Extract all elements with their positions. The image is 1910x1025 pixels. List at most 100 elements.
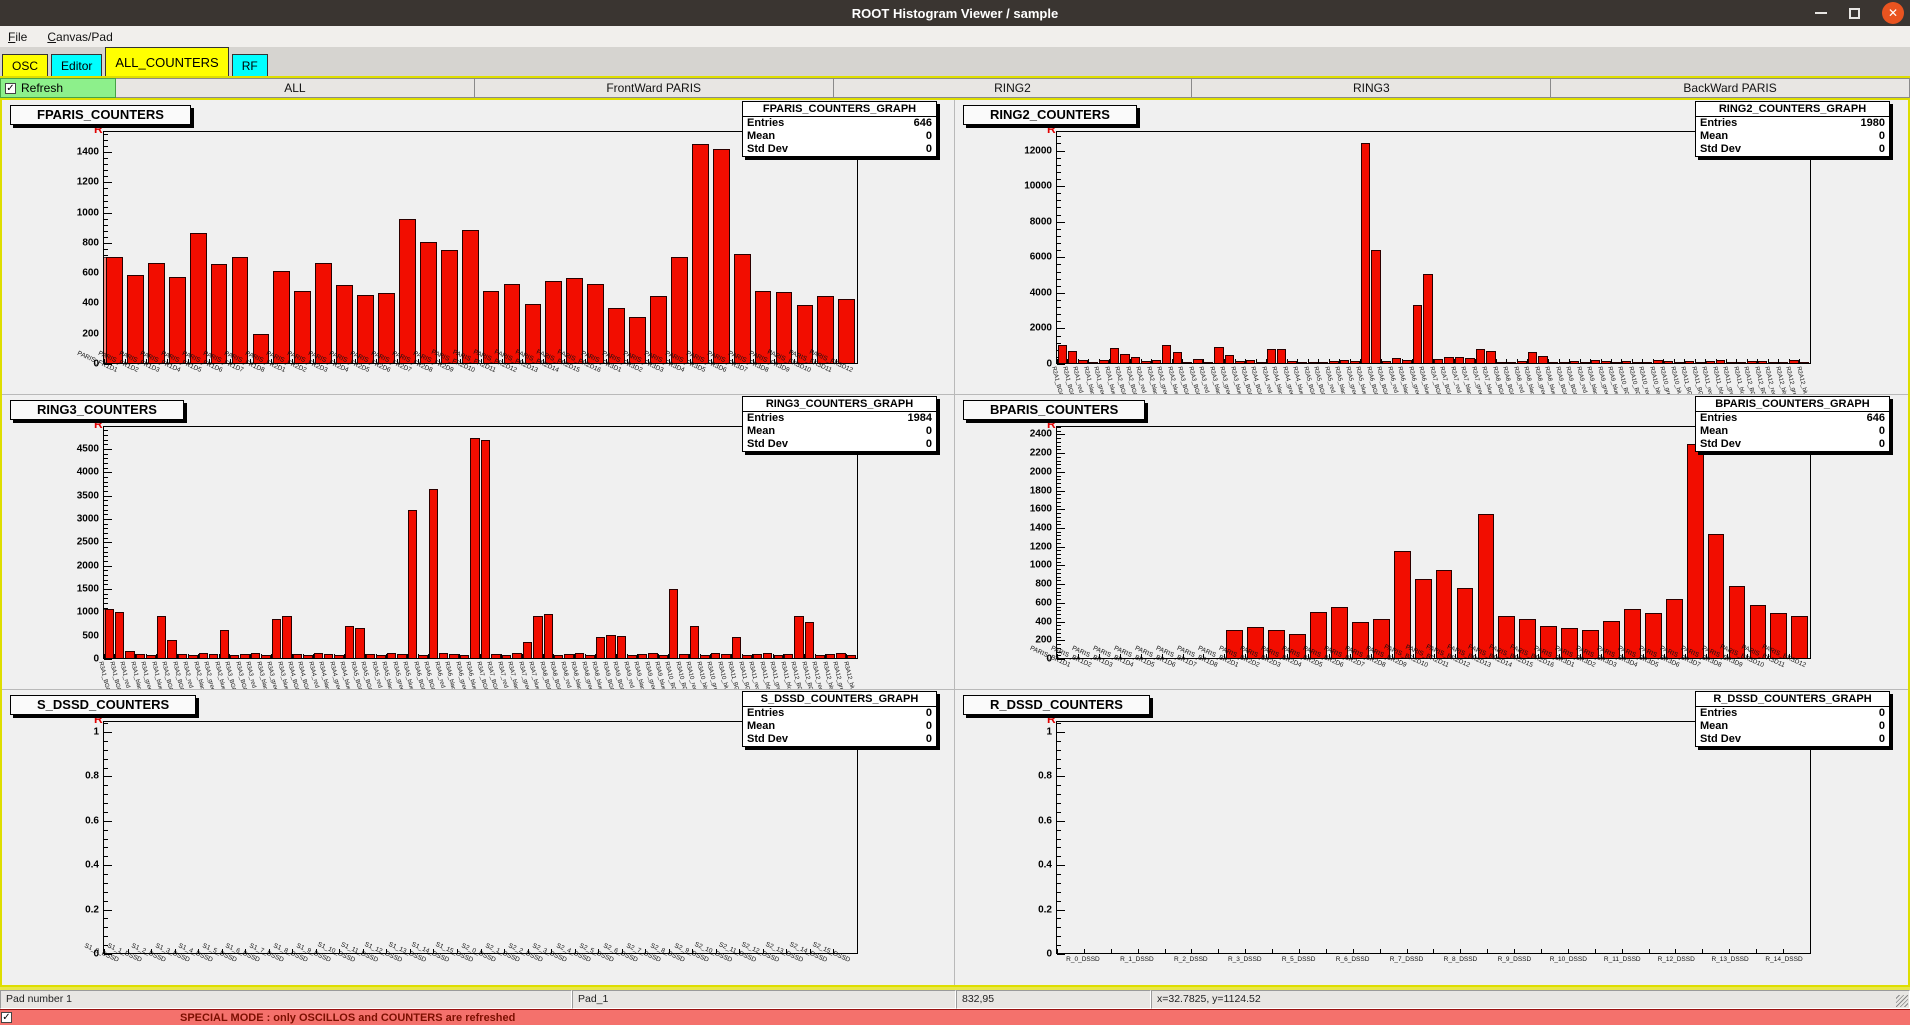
stats-box[interactable]: FPARIS_COUNTERS_GRAPHEntries646Mean0Std … bbox=[742, 101, 937, 157]
refresh-toggle[interactable]: ✓ Refresh bbox=[0, 78, 116, 98]
bin-slot bbox=[1569, 132, 1579, 363]
x-tick bbox=[1218, 949, 1219, 953]
menu-canvas-pad[interactable]: Canvas/Pad bbox=[47, 30, 112, 44]
pad-s_dssd_counters[interactable]: 00.20.40.60.81S1_0_DSSDS1_1_DSSDS1_2_DSS… bbox=[2, 690, 955, 985]
bin-slot bbox=[1643, 427, 1664, 658]
bars-area bbox=[104, 132, 857, 363]
stats-box[interactable]: RING2_COUNTERS_GRAPHEntries1980Mean0Std … bbox=[1695, 101, 1890, 157]
bin-slot bbox=[595, 427, 605, 658]
maximize-icon[interactable] bbox=[1849, 8, 1860, 19]
button-all[interactable]: ALL bbox=[116, 78, 475, 98]
x-axis-label: R_10_DSSD bbox=[1550, 956, 1587, 963]
hist-bar bbox=[587, 284, 604, 364]
button-backward-paris[interactable]: BackWard PARIS bbox=[1551, 78, 1910, 98]
title-bar[interactable]: ROOT Histogram Viewer / sample ✕ bbox=[0, 0, 1910, 26]
stats-row: Entries646 bbox=[743, 117, 936, 130]
x-tick bbox=[1729, 949, 1730, 953]
hist-bar bbox=[679, 654, 688, 658]
bin-slot bbox=[125, 427, 135, 658]
bin-slot bbox=[386, 427, 396, 658]
pad-r_dssd_counters[interactable]: 00.20.40.60.81R_0_DSSDR_1_DSSDR_2_DSSDR_… bbox=[955, 690, 1908, 985]
stats-value: 0 bbox=[926, 425, 932, 438]
bin-slot bbox=[175, 722, 199, 953]
bin-slot bbox=[742, 427, 752, 658]
bin-slot bbox=[151, 722, 175, 953]
x-axis-label: R_3_DSSD bbox=[1228, 956, 1262, 963]
close-icon[interactable]: ✕ bbox=[1882, 2, 1904, 24]
bin-slot bbox=[1151, 132, 1161, 363]
button-frontward-paris[interactable]: FrontWard PARIS bbox=[475, 78, 834, 98]
bin-slot bbox=[1182, 132, 1192, 363]
stats-row: Mean0 bbox=[1696, 425, 1889, 438]
message-checkbox[interactable]: ✓ bbox=[1, 1012, 12, 1023]
hist-bar bbox=[1214, 347, 1223, 363]
hist-bar bbox=[1068, 351, 1077, 363]
hist-bar bbox=[397, 654, 406, 658]
hist-bar bbox=[315, 263, 332, 363]
bin-slot bbox=[794, 132, 815, 363]
root-canvas[interactable]: 0200400600800100012001400PARIS_FR1D1PARI… bbox=[0, 100, 1910, 987]
hist-bar bbox=[211, 264, 228, 363]
hist-bar bbox=[1382, 361, 1391, 363]
minimize-icon[interactable] bbox=[1815, 12, 1827, 14]
menu-file[interactable]: File bbox=[8, 30, 27, 44]
bin-slot bbox=[376, 427, 386, 658]
y-tick-label: 4500 bbox=[55, 443, 99, 454]
pad-ring3_counters[interactable]: 050010001500200025003000350040004500R3A1… bbox=[2, 395, 955, 690]
pad-fparis_counters[interactable]: 0200400600800100012001400PARIS_FR1D1PARI… bbox=[2, 100, 955, 395]
stats-box[interactable]: BPARIS_COUNTERS_GRAPHEntries646Mean0Std … bbox=[1695, 396, 1890, 452]
bin-slot bbox=[1111, 722, 1138, 953]
pad-ring2_counters[interactable]: 020004000600080001000012000R2A1_BGO1R2A1… bbox=[955, 100, 1908, 395]
bars-area bbox=[1057, 427, 1810, 658]
hist-bar bbox=[1235, 361, 1244, 363]
bin-slot bbox=[1266, 132, 1276, 363]
stats-value: 0 bbox=[1879, 143, 1885, 156]
bin-slot bbox=[240, 427, 250, 658]
hist-bar bbox=[815, 655, 824, 658]
bin-slot bbox=[1684, 132, 1694, 363]
bin-slot bbox=[1729, 722, 1756, 953]
hist-bar bbox=[1089, 362, 1098, 363]
y-tick-label: 0.2 bbox=[55, 904, 99, 915]
hist-bar bbox=[1058, 345, 1067, 363]
stats-row: Entries0 bbox=[743, 707, 936, 720]
message-bar: ✓ SPECIAL MODE : only OSCILLOS and COUNT… bbox=[0, 1009, 1910, 1025]
stats-box[interactable]: S_DSSD_COUNTERS_GRAPHEntries0Mean0Std De… bbox=[742, 691, 937, 747]
y-tick-label: 600 bbox=[55, 268, 99, 279]
bin-slot bbox=[1245, 722, 1272, 953]
x-axis-label: R3A2_red bbox=[181, 661, 193, 689]
x-tick bbox=[1433, 949, 1434, 953]
refresh-checkbox[interactable]: ✓ bbox=[5, 83, 16, 94]
stats-box[interactable]: RING3_COUNTERS_GRAPHEntries1984Mean0Std … bbox=[742, 396, 937, 452]
pad-bparis_counters[interactable]: 0200400600800100012001400160018002000220… bbox=[955, 395, 1908, 690]
bin-slot bbox=[753, 132, 774, 363]
button-ring3[interactable]: RING3 bbox=[1192, 78, 1551, 98]
tab-editor[interactable]: Editor bbox=[51, 54, 102, 76]
stats-label: Mean bbox=[1700, 425, 1728, 438]
y-tick-label: 500 bbox=[55, 630, 99, 641]
tab-osc[interactable]: OSC bbox=[2, 54, 48, 76]
bin-slot bbox=[1548, 132, 1558, 363]
bin-slot bbox=[1778, 132, 1788, 363]
resize-grip-icon[interactable] bbox=[1896, 995, 1908, 1007]
hist-bar bbox=[441, 250, 458, 363]
hist-bar bbox=[669, 589, 678, 658]
bin-slot bbox=[1580, 427, 1601, 658]
bin-slot bbox=[1559, 427, 1580, 658]
stats-box[interactable]: R_DSSD_COUNTERS_GRAPHEntries0Mean0Std De… bbox=[1695, 691, 1890, 747]
x-tick bbox=[1111, 949, 1112, 953]
bin-slot bbox=[598, 722, 622, 953]
bin-slot bbox=[1088, 132, 1098, 363]
bin-slot bbox=[1165, 722, 1192, 953]
bin-slot bbox=[1138, 722, 1165, 953]
bin-slot bbox=[543, 427, 553, 658]
hist-bar bbox=[188, 655, 197, 658]
tab-all-counters[interactable]: ALL_COUNTERS bbox=[105, 47, 228, 76]
tab-rf[interactable]: RF bbox=[232, 54, 268, 76]
hist-bar bbox=[564, 654, 573, 658]
stats-value: 0 bbox=[926, 438, 932, 451]
bin-slot bbox=[543, 132, 564, 363]
button-ring2[interactable]: RING2 bbox=[834, 78, 1193, 98]
hist-bar bbox=[1716, 360, 1725, 363]
bin-slot bbox=[1057, 722, 1084, 953]
